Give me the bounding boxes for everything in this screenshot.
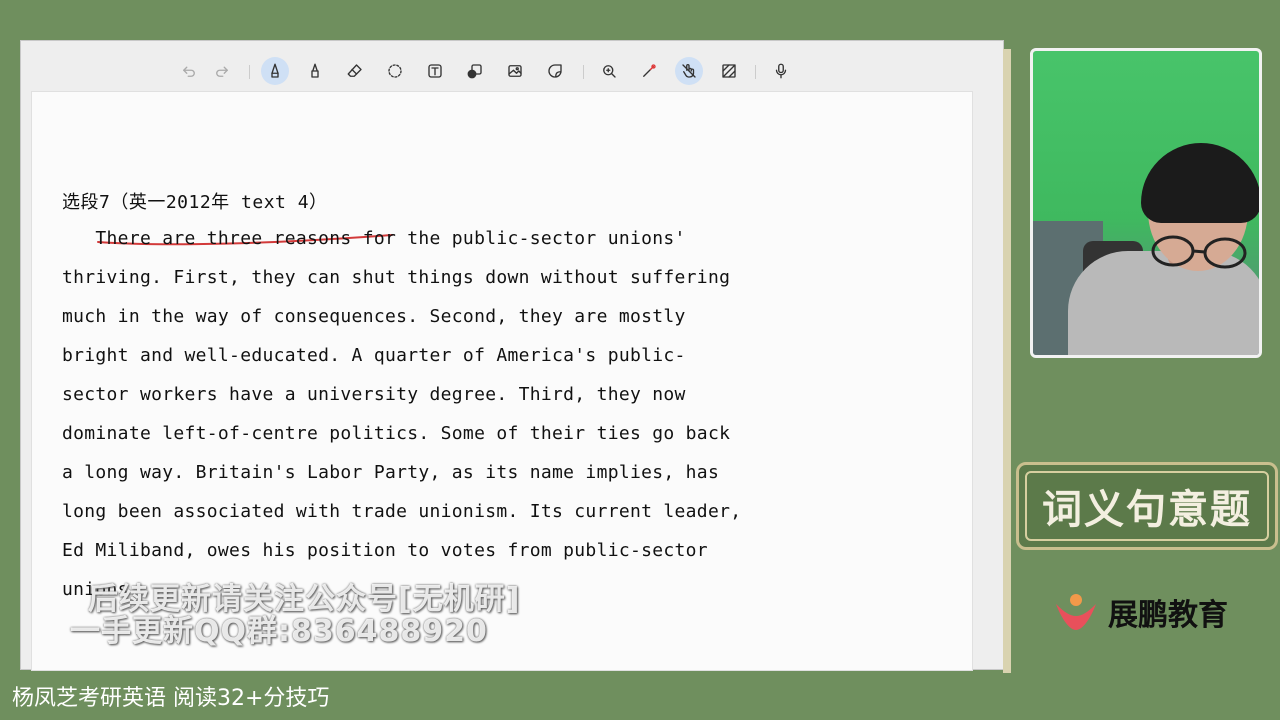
- redo-icon[interactable]: [208, 57, 236, 85]
- brand-logo-block: 展鹏教育: [1052, 590, 1228, 634]
- toolbar-separator: [249, 65, 250, 79]
- passage-line: a long way. Britain's Labor Party, as it…: [62, 462, 720, 483]
- course-caption: 杨凤芝考研英语 阅读32+分技巧: [12, 686, 330, 711]
- passage-line: Ed Miliband, owes his position to votes …: [62, 540, 708, 561]
- drawing-toolbar: [21, 49, 1003, 93]
- eraser-icon[interactable]: [341, 57, 369, 85]
- lasso-icon[interactable]: [381, 57, 409, 85]
- passage-line: bright and well-educated. A quarter of A…: [62, 345, 686, 366]
- touch-write-icon[interactable]: [675, 57, 703, 85]
- glasses-icon: [1151, 235, 1247, 269]
- passage-line: long been associated with trade unionism…: [62, 501, 742, 522]
- toolbar-separator: [583, 65, 584, 79]
- topic-badge: 词义句意题: [1016, 462, 1278, 550]
- laser-pointer-icon[interactable]: [635, 57, 663, 85]
- passage-line: sector workers have a university degree.…: [62, 384, 686, 405]
- brand-name: 展鹏教育: [1108, 598, 1228, 633]
- brand-logo-icon: [1056, 594, 1096, 630]
- window-frame-edge: [1003, 49, 1011, 673]
- passage-heading: 选段7（英一2012年 text 4）: [62, 192, 328, 213]
- watermark-line-2: 一手更新QQ群:836488920: [70, 614, 488, 649]
- shapes-icon[interactable]: [461, 57, 489, 85]
- pen-icon[interactable]: [261, 57, 289, 85]
- zoom-icon[interactable]: [595, 57, 623, 85]
- passage-line: There are three reasons for the public-s…: [62, 228, 686, 249]
- badge-label: 词义句意题: [1042, 487, 1252, 533]
- microphone-icon[interactable]: [767, 57, 795, 85]
- text-box-icon[interactable]: [421, 57, 449, 85]
- toolbar-separator: [755, 65, 756, 79]
- sticker-icon[interactable]: [541, 57, 569, 85]
- image-icon[interactable]: [501, 57, 529, 85]
- pattern-icon[interactable]: [715, 57, 743, 85]
- highlighter-icon[interactable]: [301, 57, 329, 85]
- passage-line: much in the way of consequences. Second,…: [62, 306, 686, 327]
- webcam-feed: [1030, 48, 1262, 358]
- undo-icon[interactable]: [175, 57, 203, 85]
- passage-line: dominate left-of-centre politics. Some o…: [62, 423, 731, 444]
- presenter-hair: [1141, 143, 1259, 223]
- passage-line: thriving. First, they can shut things do…: [62, 267, 731, 288]
